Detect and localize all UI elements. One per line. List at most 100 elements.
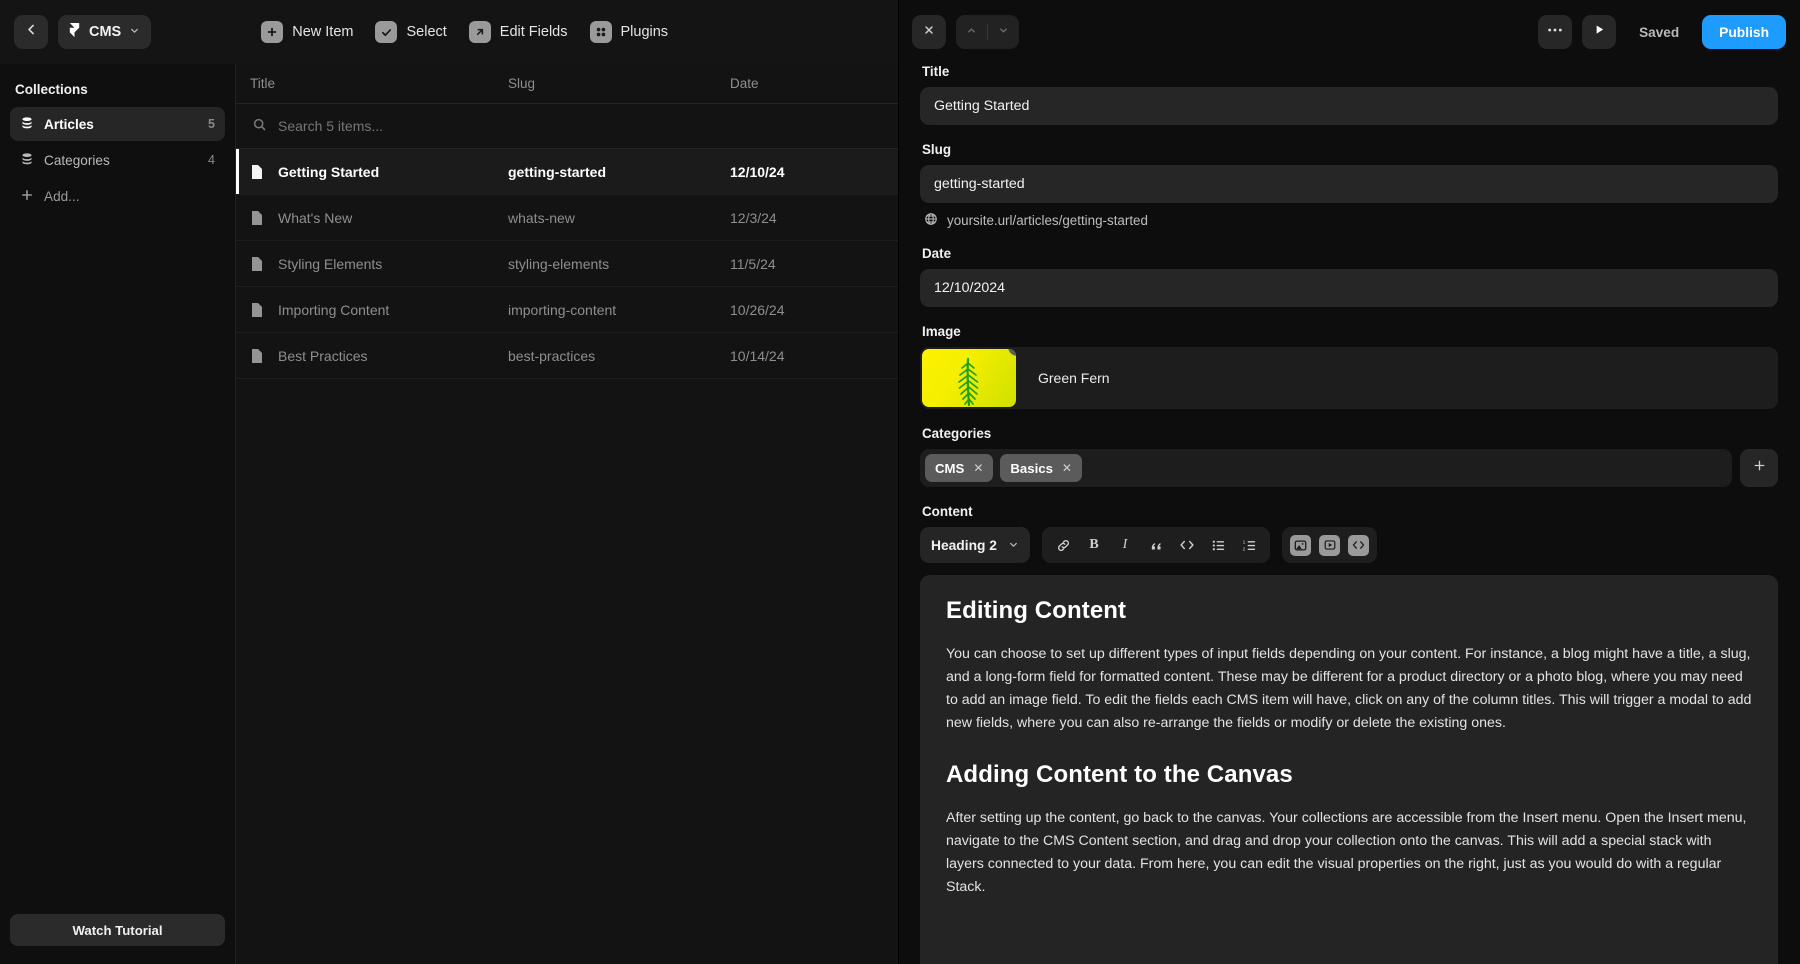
insert-image-icon[interactable] (1290, 535, 1311, 556)
category-chip[interactable]: CMS ✕ (925, 454, 993, 482)
spacer (920, 229, 1778, 246)
bold-icon[interactable]: B (1080, 531, 1108, 559)
category-chip[interactable]: Basics ✕ (1000, 454, 1082, 482)
table-row[interactable]: Best Practices best-practices 10/14/24 (236, 333, 898, 379)
watch-tutorial-button[interactable]: Watch Tutorial (10, 914, 225, 946)
format-button-group: B I 12 (1042, 527, 1270, 563)
image-field[interactable]: ✕ Green Fern (920, 347, 1778, 409)
sidebar-item-articles[interactable]: Articles 5 (10, 107, 225, 141)
image-name: Green Fern (1038, 370, 1110, 386)
column-header-title[interactable]: Title (250, 76, 508, 91)
column-header-slug[interactable]: Slug (508, 76, 730, 91)
row-date: 10/26/24 (730, 302, 850, 318)
play-icon (1593, 23, 1606, 41)
category-chip-label: CMS (935, 461, 964, 476)
block-style-select[interactable]: Heading 2 (920, 527, 1030, 563)
quote-icon[interactable] (1142, 531, 1170, 559)
image-thumbnail[interactable]: ✕ (922, 349, 1016, 407)
row-date: 12/3/24 (730, 210, 850, 226)
globe-icon (924, 212, 938, 229)
previous-item-button[interactable] (956, 23, 987, 41)
italic-icon[interactable]: I (1111, 531, 1139, 559)
document-icon (250, 164, 278, 180)
fern-illustration (922, 349, 1016, 407)
collections-heading: Collections (10, 64, 225, 107)
database-icon (20, 116, 34, 133)
plugins-grid-icon (590, 21, 612, 43)
search-input[interactable]: Search 5 items... (236, 104, 898, 149)
arrow-up-right-icon (469, 21, 491, 43)
sidebar-item-count: 4 (208, 153, 215, 167)
table-row[interactable]: Importing Content importing-content 10/2… (236, 287, 898, 333)
chevron-left-icon (25, 23, 38, 41)
close-icon[interactable]: ✕ (973, 461, 983, 475)
database-icon (20, 152, 34, 169)
chevron-down-icon (1008, 538, 1019, 553)
close-icon[interactable]: ✕ (1062, 461, 1072, 475)
back-button[interactable] (14, 15, 48, 49)
row-slug: best-practices (508, 348, 730, 364)
more-options-button[interactable] (1538, 15, 1572, 49)
sidebar-item-categories[interactable]: Categories 4 (10, 143, 225, 177)
categories-chips[interactable]: CMS ✕ Basics ✕ (920, 449, 1732, 487)
row-title: Importing Content (278, 302, 508, 318)
edit-fields-button[interactable]: Edit Fields (463, 15, 574, 49)
close-icon: ✕ (1013, 349, 1016, 353)
slug-field-label: Slug (922, 142, 1778, 157)
table-row[interactable]: Styling Elements styling-elements 11/5/2… (236, 241, 898, 287)
column-header-date[interactable]: Date (730, 76, 850, 91)
categories-field-label: Categories (922, 426, 1778, 441)
date-input[interactable]: 12/10/2024 (920, 269, 1778, 307)
new-item-button[interactable]: New Item (255, 15, 359, 49)
panel-divider (898, 0, 899, 964)
new-item-label: New Item (292, 24, 353, 40)
row-slug: getting-started (508, 164, 730, 180)
publish-button[interactable]: Publish (1702, 15, 1786, 49)
insert-video-icon[interactable] (1319, 535, 1340, 556)
code-icon[interactable] (1173, 531, 1201, 559)
document-icon (250, 348, 278, 364)
content-heading-1: Editing Content (946, 597, 1752, 625)
table-header: Title Slug Date (236, 64, 898, 104)
row-date: 10/14/24 (730, 348, 850, 364)
chevron-down-icon (129, 24, 140, 40)
categories-field: CMS ✕ Basics ✕ (920, 449, 1778, 487)
saved-status: Saved (1626, 15, 1692, 49)
preview-button[interactable] (1582, 15, 1616, 49)
sidebar-item-label: Categories (44, 153, 198, 168)
plus-icon (20, 188, 34, 205)
close-icon (923, 23, 935, 41)
title-input[interactable]: Getting Started (920, 87, 1778, 125)
add-category-button[interactable] (1740, 449, 1778, 487)
spacer (920, 307, 1778, 324)
row-title: Best Practices (278, 348, 508, 364)
table-row[interactable]: Getting Started getting-started 12/10/24 (236, 149, 898, 195)
numbered-list-icon[interactable]: 12 (1235, 531, 1263, 559)
plugins-button[interactable]: Plugins (584, 15, 675, 49)
collections-pane: CMS New Item Select (0, 0, 898, 964)
sidebar-add-collection[interactable]: Add... (10, 179, 225, 213)
detail-toolbar: Saved Publish (898, 0, 1800, 64)
slug-input[interactable]: getting-started (920, 165, 1778, 203)
close-detail-button[interactable] (912, 15, 946, 49)
select-button[interactable]: Select (369, 15, 452, 49)
date-field-label: Date (922, 246, 1778, 261)
link-icon[interactable] (1049, 531, 1077, 559)
framer-logo-icon (68, 23, 81, 42)
item-stepper[interactable] (956, 15, 1019, 49)
bullet-list-icon[interactable] (1204, 531, 1232, 559)
row-date: 12/10/24 (730, 164, 850, 180)
row-title: Getting Started (278, 164, 508, 180)
table-row[interactable]: What's New whats-new 12/3/24 (236, 195, 898, 241)
cms-app-menu[interactable]: CMS (58, 15, 151, 49)
content-paragraph-2: After setting up the content, go back to… (946, 807, 1752, 899)
chevron-down-icon (998, 23, 1009, 41)
plus-icon (1753, 459, 1766, 477)
rich-text-content[interactable]: Editing Content You can choose to set up… (920, 575, 1778, 964)
spacer (920, 409, 1778, 426)
document-icon (250, 210, 278, 226)
next-item-button[interactable] (988, 23, 1019, 41)
category-chip-label: Basics (1010, 461, 1053, 476)
insert-embed-icon[interactable] (1348, 535, 1369, 556)
document-icon (250, 256, 278, 272)
